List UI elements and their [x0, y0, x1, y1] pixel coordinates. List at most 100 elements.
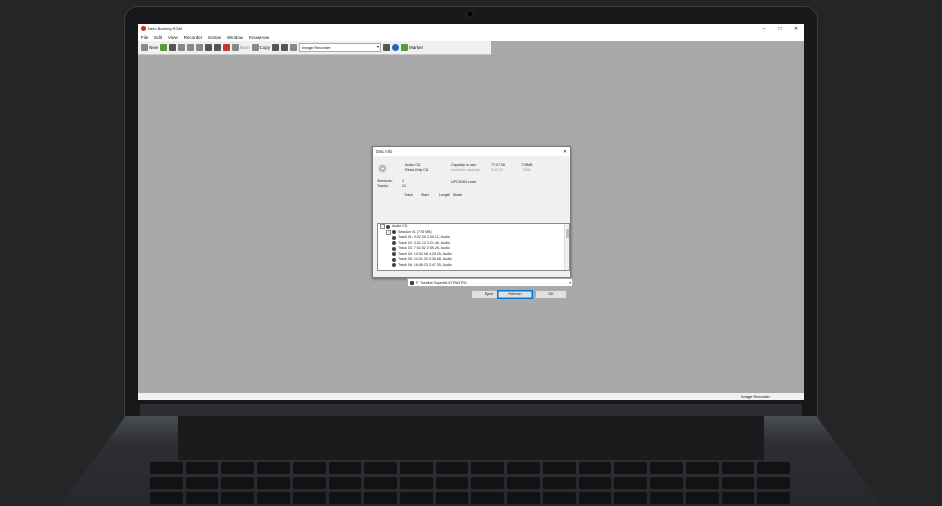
minimize-button[interactable]: –	[756, 26, 772, 32]
disc-state: Read-Only CD	[405, 168, 429, 172]
keyboard-key	[650, 492, 683, 504]
menu-recorder[interactable]: Recorder	[181, 35, 206, 40]
window-icon[interactable]	[290, 44, 298, 51]
refresh-button[interactable]: Refresh	[497, 290, 533, 299]
copy-button[interactable]: Copy	[251, 44, 270, 51]
tree-row-label: Track 06: 18:08.23 2:47.35, Audio	[398, 262, 452, 267]
recorder-icon[interactable]	[272, 44, 280, 51]
track-tree[interactable]: − Audio CD − Session 01 (778 MB) Track 01: 0…	[377, 223, 570, 271]
keyboard-key	[757, 462, 790, 474]
sessions-value: 1	[402, 179, 404, 183]
capacity-size: 778MB	[521, 163, 533, 167]
column-length[interactable]: Length	[439, 193, 450, 197]
screen: Nero Burning ROM – □ ✕ File Edit View Re…	[138, 24, 804, 400]
collapse-toggle-icon[interactable]: −	[386, 229, 391, 235]
laptop-hinge	[140, 404, 802, 416]
audio-track-icon	[392, 246, 396, 251]
audio-track-icon	[392, 235, 396, 240]
status-recorder: Image Recorder	[741, 394, 770, 399]
menu-extras[interactable]: Extras	[205, 35, 224, 40]
keyboard-key	[292, 477, 326, 489]
chevron-down-icon: ▾	[569, 280, 571, 285]
keyboard-key	[757, 492, 790, 504]
chevron-down-icon: ▾	[377, 44, 380, 49]
keyboard-key	[364, 492, 398, 504]
info-icon[interactable]	[392, 44, 400, 51]
keyboard-key	[257, 492, 290, 504]
available-size: 0MB	[523, 168, 531, 172]
burn-label: Burn	[240, 45, 250, 50]
tree-row[interactable]: Track 06: 18:08.23 2:47.35, Audio	[378, 263, 569, 269]
app-titlebar: Nero Burning ROM – □ ✕	[138, 24, 804, 33]
keyboard-key	[364, 462, 398, 474]
disc-icon	[392, 230, 396, 235]
keyboard-key	[471, 477, 505, 489]
column-mode[interactable]: Mode	[453, 193, 462, 197]
keyboard-key	[364, 477, 398, 489]
market-button[interactable]: Market	[401, 44, 423, 51]
disc-info-icon[interactable]	[214, 44, 222, 51]
keyboard-key	[185, 477, 219, 489]
window-controls: – □ ✕	[756, 26, 804, 32]
keyboard-key	[221, 462, 255, 474]
drive-value: F: Toshiba SuperMULTIPA3TR1	[416, 280, 467, 285]
keyboard-key	[400, 462, 433, 474]
menu-window[interactable]: Window	[224, 35, 246, 40]
menu-view[interactable]: View	[165, 35, 181, 40]
audio-track-icon	[392, 252, 396, 257]
new-label: New	[149, 45, 159, 50]
keyboard-key	[435, 462, 469, 474]
dialog-title: Disc Info	[376, 149, 393, 154]
dialog-close-button[interactable]: ✕	[560, 149, 570, 155]
tracks-value: 21	[402, 184, 406, 188]
collapse-toggle-icon[interactable]: −	[380, 224, 385, 230]
keyboard-key	[328, 477, 362, 489]
keyboard-key	[578, 462, 612, 474]
scroll-thumb[interactable]	[565, 229, 569, 238]
maximize-button[interactable]: □	[772, 26, 788, 32]
burn-button[interactable]: Burn	[232, 44, 250, 51]
cut-icon[interactable]	[178, 44, 186, 51]
save-icon[interactable]	[169, 44, 177, 51]
new-button[interactable]: New	[141, 44, 158, 51]
keyboard-key	[328, 492, 362, 504]
keyboard-key	[328, 462, 362, 474]
ok-button[interactable]: OK	[535, 290, 567, 299]
menu-bar: File Edit View Recorder Extras Window Kn…	[138, 33, 804, 41]
drive-select[interactable]: F: Toshiba SuperMULTIPA3TR1 ▾	[407, 278, 573, 287]
keyboard-key	[542, 462, 576, 474]
keyboard-key	[471, 462, 505, 474]
drive-icon	[410, 280, 414, 285]
tracks-label: Tracks:	[377, 184, 389, 188]
menu-knowhow[interactable]: KnowHow	[246, 35, 272, 40]
keyboard-key	[721, 462, 755, 474]
open-folder-icon[interactable]	[160, 44, 168, 51]
keyboard-key	[542, 477, 576, 489]
recorder-select[interactable]: Image Recorder ▾	[299, 43, 382, 52]
tree-scrollbar[interactable]	[564, 224, 569, 270]
keyboard-key	[507, 477, 540, 489]
column-start[interactable]: Start	[421, 193, 429, 197]
drive-icon[interactable]	[205, 44, 213, 51]
keyboard-key	[721, 477, 755, 489]
menu-edit[interactable]: Edit	[151, 35, 165, 40]
keyboard-key	[257, 462, 290, 474]
keyboard-key	[221, 477, 255, 489]
app-logo-icon	[141, 26, 146, 31]
menu-file[interactable]: File	[138, 35, 151, 40]
close-button[interactable]: ✕	[788, 26, 804, 32]
disc-icon[interactable]	[281, 44, 289, 51]
paste-icon[interactable]	[196, 44, 204, 51]
toolbar: New Burn Copy Image Recorder ▾ Market	[138, 41, 491, 55]
copy-file-icon[interactable]	[187, 44, 195, 51]
keyboard-key	[614, 462, 648, 474]
keyboard-key	[614, 477, 648, 489]
erase-icon[interactable]	[223, 44, 231, 51]
available-time: 0:00.00	[491, 168, 503, 172]
app-title: Nero Burning ROM	[148, 26, 183, 31]
column-track[interactable]: Track	[404, 193, 413, 197]
drive-tray-icon[interactable]	[383, 44, 391, 51]
keyboard-key	[435, 492, 469, 504]
audio-track-icon	[392, 263, 396, 268]
keyboard-key	[292, 462, 326, 474]
